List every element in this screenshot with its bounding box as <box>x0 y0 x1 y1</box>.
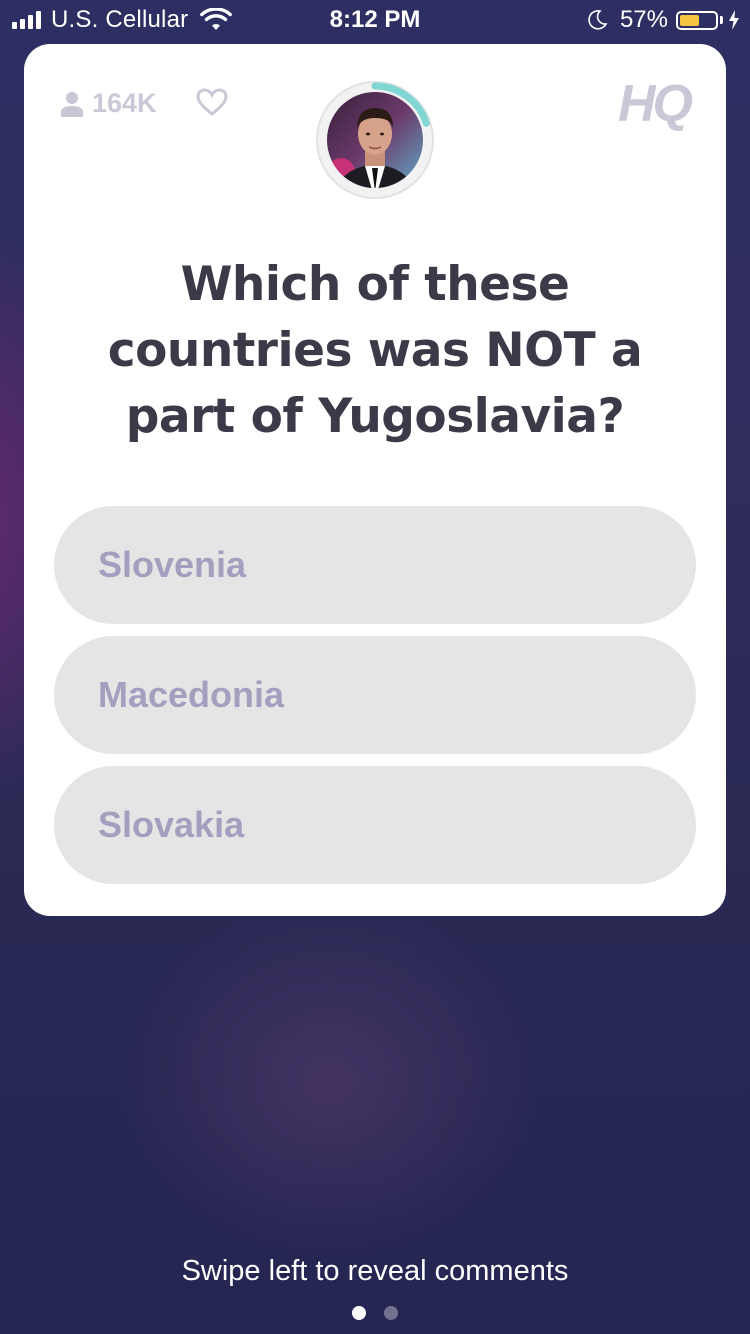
answer-list: Slovenia Macedonia Slovakia <box>54 506 696 896</box>
battery-nub <box>720 16 723 24</box>
battery-icon <box>676 10 718 30</box>
moon-icon <box>588 10 608 30</box>
question-card: 164K HQ Which of these countries was NOT… <box>24 44 726 916</box>
charging-bolt-icon <box>729 10 739 30</box>
heart-icon[interactable] <box>196 88 228 116</box>
battery-percent: 57% <box>619 6 668 33</box>
hq-logo: HQ <box>618 75 693 133</box>
battery-fill <box>680 14 700 26</box>
page-dot-1[interactable] <box>352 1306 366 1320</box>
person-icon <box>61 91 83 117</box>
status-right: 57% <box>586 6 740 34</box>
page-dot-2[interactable] <box>384 1306 398 1320</box>
status-bar: U.S. Cellular 8:12 PM 57% <box>0 0 750 42</box>
page-indicator[interactable] <box>0 1306 750 1320</box>
host-photo <box>327 92 423 188</box>
answer-option-2[interactable]: Macedonia <box>54 636 696 754</box>
question-text: Which of these countries was NOT a part … <box>107 257 643 444</box>
viewer-count-label: 164K <box>92 88 157 118</box>
swipe-hint: Swipe left to reveal comments <box>181 1255 569 1287</box>
viewer-count: 164K <box>60 88 157 119</box>
answer-option-1[interactable]: Slovenia <box>54 506 696 624</box>
answer-option-3[interactable]: Slovakia <box>54 766 696 884</box>
host-avatar <box>316 81 434 199</box>
